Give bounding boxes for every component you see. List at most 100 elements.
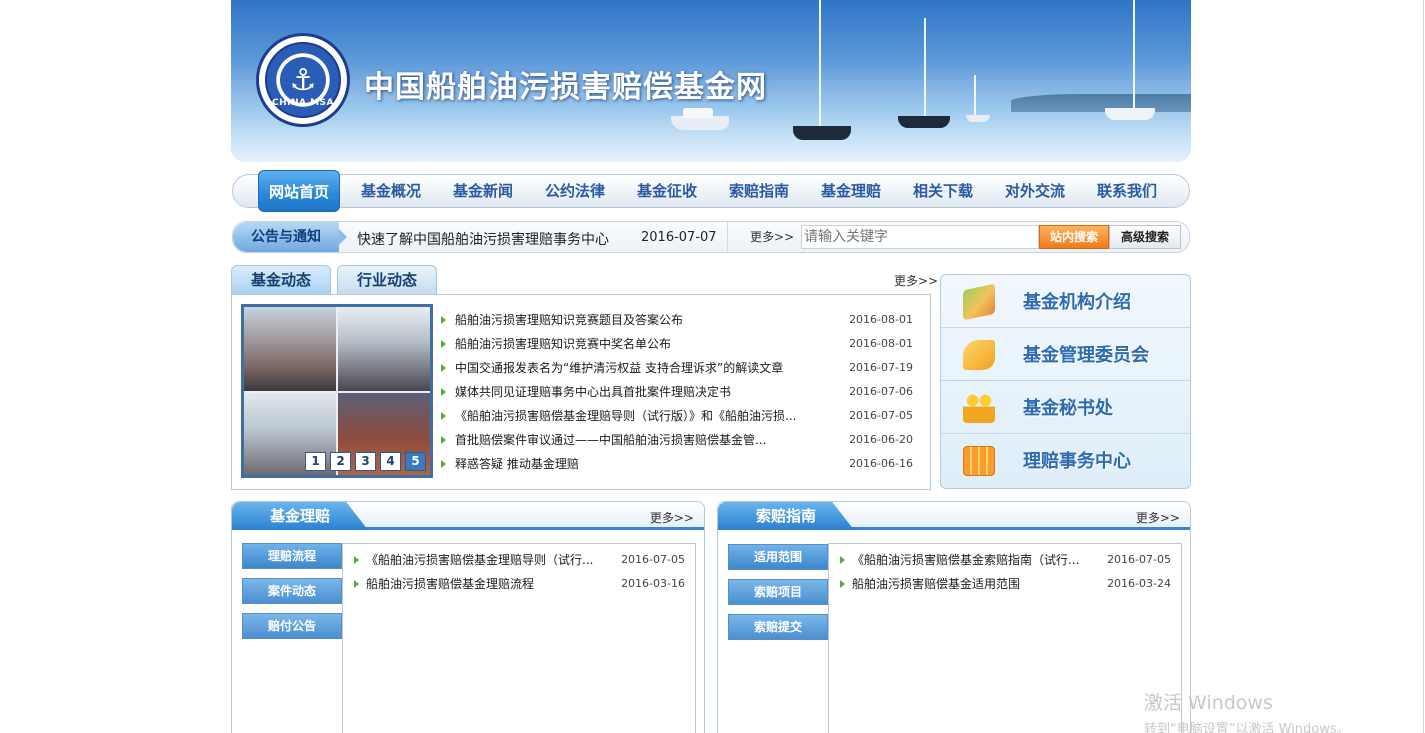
subtab-case-updates[interactable]: 案件动态	[242, 578, 342, 604]
news-title[interactable]: 《船舶油污损害赔偿基金理赔导则（试行版）》和《船舶油污损...	[455, 405, 825, 427]
notice-link[interactable]: 快速了解中国船舶油污损害理赔事务中心	[357, 229, 609, 249]
bullet-icon	[441, 316, 446, 324]
advanced-search-button[interactable]: 高级搜索	[1109, 225, 1181, 249]
news-title[interactable]: 媒体共同见证理赔事务中心出具首批案件理赔决定书	[455, 381, 825, 403]
list-item[interactable]: 《船舶油污损害赔偿基金理赔导则（试行版）》和《船舶油污损... 2016-07-0…	[441, 405, 913, 429]
site-title: 中国船舶油污损害赔偿基金网	[364, 70, 767, 105]
bullet-icon	[441, 436, 446, 444]
list-item[interactable]: 船舶油污损害理赔知识竞赛中奖名单公布 2016-08-01	[441, 333, 913, 357]
slideshow-pager: 1 2 3 4 5	[305, 452, 426, 471]
page: ⚓ CHINA MSA 中国船舶油污损害赔偿基金网 网站首页 基金概况 基金新闻…	[0, 0, 1425, 733]
news-date: 2016-06-20	[849, 433, 913, 446]
nav-item-claim-guide[interactable]: 索赔指南	[718, 175, 800, 207]
list-item[interactable]: 船舶油污损害赔偿基金理赔流程 2016-03-16	[343, 573, 695, 597]
search-input[interactable]	[801, 225, 1039, 249]
sailboat-image	[791, 0, 851, 150]
sailboat-image	[966, 75, 1006, 125]
windows-activation-watermark: 激活 Windows 转到“电脑设置”以激活 Windows。	[1144, 688, 1350, 733]
side-link-fund-institution[interactable]: 基金机构介绍	[941, 275, 1190, 328]
list-item[interactable]: 媒体共同见证理赔事务中心出具首批案件理赔决定书 2016-07-06	[441, 381, 913, 405]
nav-item-fund-overview[interactable]: 基金概况	[350, 175, 432, 207]
news-date: 2016-07-19	[849, 361, 913, 374]
bullet-icon	[840, 580, 845, 588]
slideshow-page-3[interactable]: 3	[355, 452, 376, 471]
item-title[interactable]: 《船舶油污损害赔偿基金索赔指南（试行...	[852, 549, 1092, 571]
news-date: 2016-07-05	[849, 409, 913, 422]
bullet-icon	[354, 580, 359, 588]
notice-bar: 公告与通知 快速了解中国船舶油污损害理赔事务中心 2016-07-07 更多>>…	[232, 221, 1190, 253]
bullet-icon	[441, 460, 446, 468]
watermark-line-1: 激活 Windows	[1144, 692, 1273, 714]
news-slideshow[interactable]: 1 2 3 4 5	[241, 304, 433, 478]
slideshow-page-1[interactable]: 1	[305, 452, 326, 471]
sailboat-image	[1101, 0, 1161, 130]
side-links: 基金机构介绍 基金管理委员会 基金秘书处 理赔事务中心	[940, 274, 1191, 489]
bullet-icon	[840, 556, 845, 564]
people-icon	[963, 393, 995, 423]
subtab-claim-process[interactable]: 理赔流程	[242, 543, 342, 569]
item-date: 2016-07-05	[1107, 553, 1171, 566]
panel-header: 基金理赔 更多>>	[232, 502, 704, 530]
list-item[interactable]: 中国交通报发表名为“维护清污权益 支持合理诉求”的解读文章 2016-07-19	[441, 357, 913, 381]
bullet-icon	[441, 364, 446, 372]
watermark-line-2: 转到“电脑设置”以激活 Windows。	[1144, 722, 1350, 733]
china-msa-logo[interactable]: ⚓ CHINA MSA	[256, 33, 350, 127]
nav-item-fund-levy[interactable]: 基金征收	[626, 175, 708, 207]
tab-fund-dynamics[interactable]: 基金动态	[231, 265, 331, 295]
subtab-scope[interactable]: 适用范围	[728, 544, 828, 570]
news-date: 2016-07-06	[849, 385, 913, 398]
nav-item-fund-news[interactable]: 基金新闻	[442, 175, 524, 207]
nav-item-conventions-law[interactable]: 公约法律	[534, 175, 616, 207]
building-icon	[963, 446, 995, 476]
side-link-management-committee[interactable]: 基金管理委员会	[941, 328, 1190, 381]
panel-claim-guide: 索赔指南 更多>> 适用范围 索赔项目 索赔提交 《船舶油污损害赔偿基金索赔指南…	[717, 501, 1191, 733]
nav-item-home[interactable]: 网站首页	[258, 170, 340, 212]
panel-title: 索赔指南	[718, 502, 854, 530]
news-list: 船舶油污损害理赔知识竞赛题目及答案公布 2016-08-01 船舶油污损害理赔知识…	[441, 309, 913, 477]
list-item[interactable]: 释惑答疑 推动基金理赔 2016-06-16	[441, 453, 913, 477]
list-item[interactable]: 《船舶油污损害赔偿基金理赔导则（试行... 2016-07-05	[343, 549, 695, 573]
news-date: 2016-08-01	[849, 313, 913, 326]
side-link-secretariat[interactable]: 基金秘书处	[941, 381, 1190, 434]
notice-more-link[interactable]: 更多>>	[727, 222, 794, 252]
side-link-claims-center[interactable]: 理赔事务中心	[941, 434, 1190, 487]
news-title[interactable]: 船舶油污损害理赔知识竞赛题目及答案公布	[455, 309, 825, 331]
slideshow-page-5[interactable]: 5	[405, 452, 426, 471]
list-item[interactable]: 首批赔偿案件审议通过——中国船舶油污损害赔偿基金管... 2016-06-20	[441, 429, 913, 453]
notice-date: 2016-07-07	[641, 230, 717, 245]
subtab-payment-notices[interactable]: 赔付公告	[242, 613, 342, 639]
item-title[interactable]: 船舶油污损害赔偿基金理赔流程	[366, 573, 606, 595]
site-search-button[interactable]: 站内搜索	[1039, 225, 1109, 249]
news-title[interactable]: 船舶油污损害理赔知识竞赛中奖名单公布	[455, 333, 825, 355]
bullet-icon	[441, 340, 446, 348]
nav-item-contact[interactable]: 联系我们	[1086, 175, 1168, 207]
anchor-icon: ⚓	[280, 57, 326, 103]
news-title[interactable]: 首批赔偿案件审议通过——中国船舶油污损害赔偿基金管...	[455, 429, 825, 451]
panel-more-link[interactable]: 更多>>	[650, 509, 694, 526]
news-title[interactable]: 释惑答疑 推动基金理赔	[455, 453, 825, 475]
panel-more-link[interactable]: 更多>>	[1136, 509, 1180, 526]
slideshow-page-2[interactable]: 2	[330, 452, 351, 471]
side-link-label: 基金秘书处	[1023, 398, 1113, 419]
subtab-claim-submission[interactable]: 索赔提交	[728, 614, 828, 640]
logo-text: CHINA MSA	[271, 98, 335, 108]
list-item[interactable]: 船舶油污损害赔偿基金适用范围 2016-03-24	[829, 573, 1181, 597]
list-item[interactable]: 船舶油污损害理赔知识竞赛题目及答案公布 2016-08-01	[441, 309, 913, 333]
tab-industry-dynamics[interactable]: 行业动态	[337, 265, 437, 295]
item-title[interactable]: 《船舶油污损害赔偿基金理赔导则（试行...	[366, 549, 606, 571]
list-item[interactable]: 《船舶油污损害赔偿基金索赔指南（试行... 2016-07-05	[829, 549, 1181, 573]
item-title[interactable]: 船舶油污损害赔偿基金适用范围	[852, 573, 1092, 595]
news-box: 1 2 3 4 5 船舶油污损害理赔知识竞赛题目及答案公布 2016-08-01 …	[231, 294, 931, 490]
nav-item-exchange[interactable]: 对外交流	[994, 175, 1076, 207]
panel-title: 基金理赔	[232, 502, 368, 530]
nav-item-downloads[interactable]: 相关下载	[902, 175, 984, 207]
news-title[interactable]: 中国交通报发表名为“维护清污权益 支持合理诉求”的解读文章	[455, 357, 825, 379]
slideshow-page-4[interactable]: 4	[380, 452, 401, 471]
subtab-claim-items[interactable]: 索赔项目	[728, 579, 828, 605]
item-date: 2016-03-24	[1107, 577, 1171, 590]
news-more-link[interactable]: 更多>>	[894, 272, 938, 289]
side-link-label: 基金机构介绍	[1023, 292, 1131, 313]
nav-item-fund-claims[interactable]: 基金理赔	[810, 175, 892, 207]
panel-fund-claims: 基金理赔 更多>> 理赔流程 案件动态 赔付公告 《船舶油污损害赔偿基金理赔导则…	[231, 501, 705, 733]
window-edge	[1423, 0, 1424, 733]
